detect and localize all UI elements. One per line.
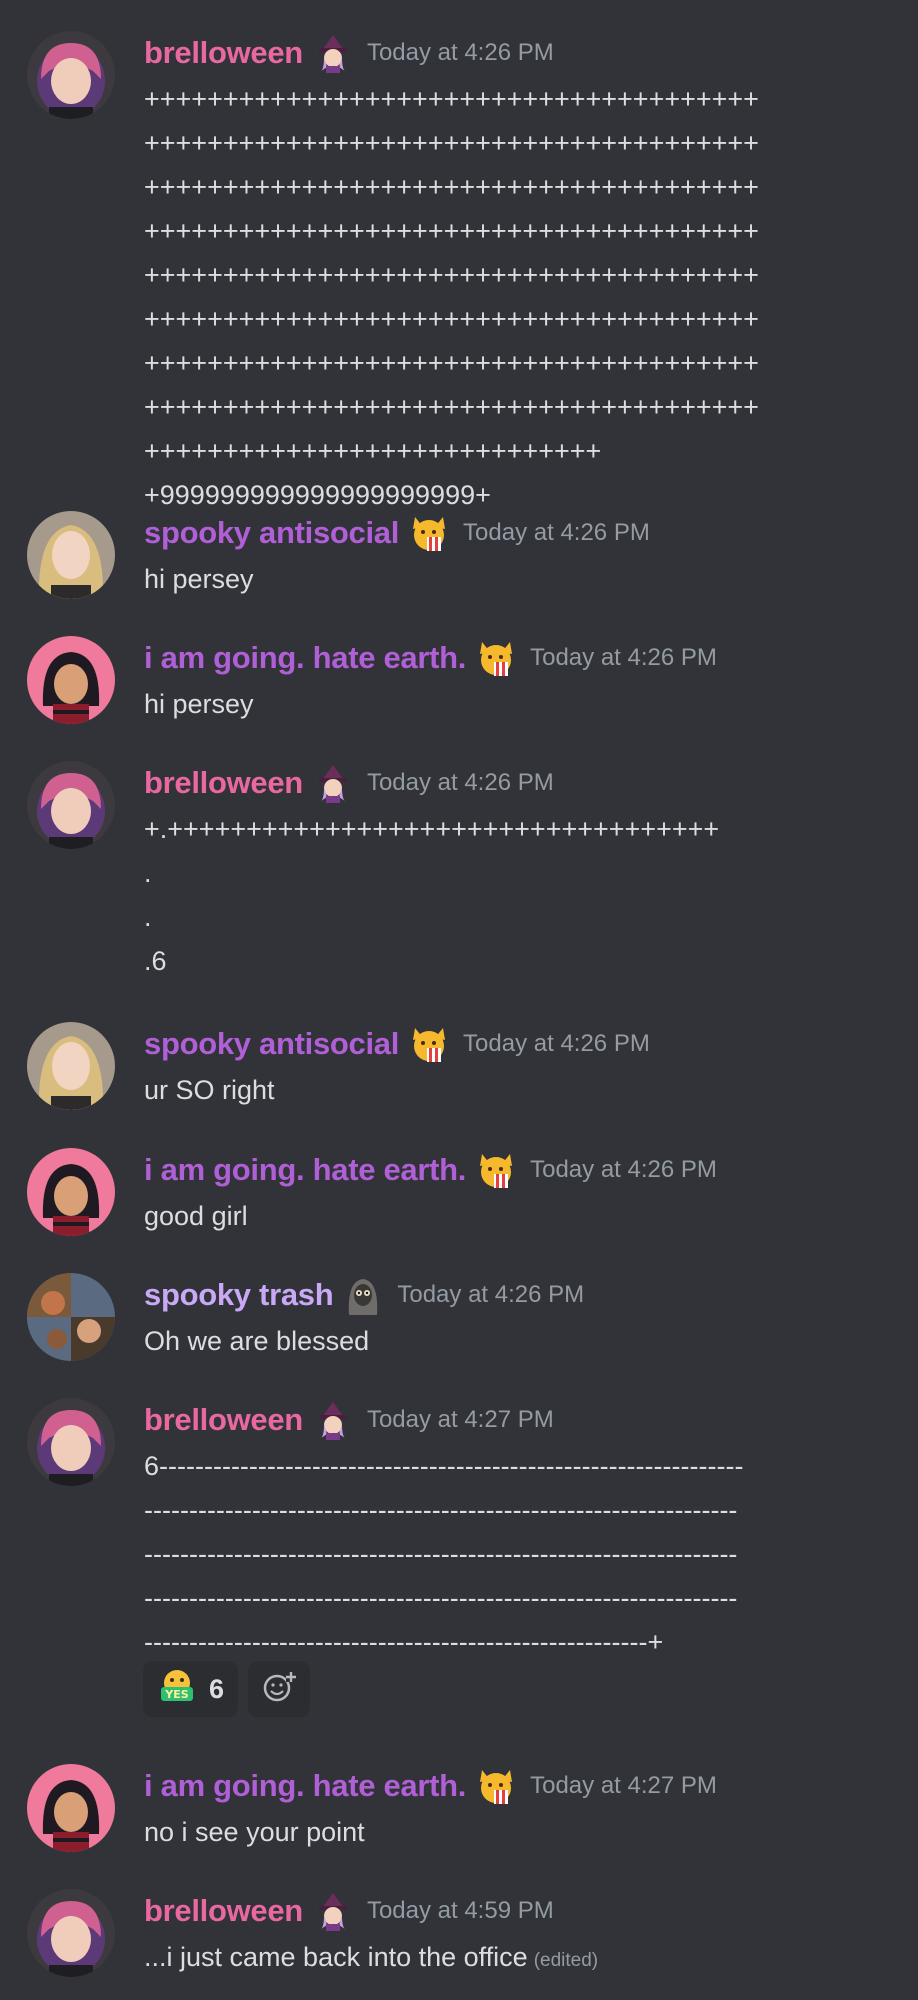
- timestamp: Today at 4:26 PM: [366, 769, 554, 796]
- popcorn-cat-icon: [476, 1150, 516, 1190]
- message-content: +++++++++++++++++++++++++++++++++++++++ +…: [144, 77, 759, 517]
- witch-emoji-icon: [313, 1400, 353, 1440]
- avatar-brelloween[interactable]: [27, 1398, 115, 1486]
- avatar-spooky-antisocial[interactable]: [27, 511, 115, 599]
- content-line: .6: [144, 946, 167, 976]
- content-line: .: [144, 902, 152, 932]
- message-header: spooky antisocial Today at 4:26 PM: [144, 1022, 650, 1066]
- content-line: ----------------------------------------…: [144, 1495, 738, 1525]
- message-header: spooky trash Today at 4:26 PM: [144, 1273, 584, 1317]
- message-header: brelloween Today at 4:59 PM: [144, 1889, 554, 1933]
- content-line: ur SO right: [144, 1075, 275, 1105]
- popcorn-cat-icon: [409, 513, 449, 553]
- popcorn-cat-icon: [409, 1024, 449, 1064]
- content-line: +++++++++++++++++++++++++++++++++++++++: [144, 304, 759, 334]
- avatar-hate-earth[interactable]: [27, 1764, 115, 1852]
- content-line: no i see your point: [144, 1817, 365, 1847]
- avatar-brelloween[interactable]: [27, 1889, 115, 1977]
- author-name[interactable]: brelloween: [144, 1402, 303, 1438]
- content-line: hi persey: [144, 689, 254, 719]
- chat-message-list: brelloween Today at 4:26 PM ++++++++++++…: [0, 0, 918, 2000]
- author-name[interactable]: i am going. hate earth.: [144, 1768, 466, 1804]
- avatar-hate-earth[interactable]: [27, 636, 115, 724]
- content-line: +++++++++++++++++++++++++++++++++++++++: [144, 260, 759, 290]
- popcorn-cat-icon: [476, 638, 516, 678]
- content-line: +.+++++++++++++++++++++++++++++++++++: [144, 814, 720, 844]
- avatar-brelloween[interactable]: [27, 31, 115, 119]
- content-line: .: [144, 858, 152, 888]
- avatar-brelloween[interactable]: [27, 761, 115, 849]
- author-name[interactable]: i am going. hate earth.: [144, 640, 466, 676]
- content-line: 6---------------------------------------…: [144, 1451, 744, 1481]
- author-name[interactable]: spooky trash: [144, 1277, 334, 1313]
- author-name[interactable]: i am going. hate earth.: [144, 1152, 466, 1188]
- witch-emoji-icon: [313, 1891, 353, 1931]
- timestamp: Today at 4:26 PM: [463, 519, 650, 546]
- content-line: ...i just came back into the office (edit…: [144, 1935, 598, 1983]
- message-content: ...i just came back into the office (edit…: [144, 1935, 598, 1983]
- message-content: ur SO right: [144, 1068, 275, 1112]
- message-content: Oh we are blessed: [144, 1319, 369, 1363]
- timestamp: Today at 4:27 PM: [366, 1406, 554, 1433]
- message-header: brelloween Today at 4:27 PM: [144, 1398, 554, 1442]
- timestamp: Today at 4:59 PM: [366, 1897, 554, 1924]
- content-line: +++++++++++++++++++++++++++++++++++++++: [144, 216, 759, 246]
- author-name[interactable]: brelloween: [144, 1893, 303, 1929]
- message-content: good girl: [144, 1194, 248, 1238]
- timestamp: Today at 4:27 PM: [530, 1772, 717, 1799]
- message-content: 6---------------------------------------…: [144, 1444, 743, 1664]
- message-content: no i see your point: [144, 1810, 365, 1854]
- message-header: brelloween Today at 4:26 PM: [144, 31, 554, 75]
- message-content: hi persey: [144, 682, 254, 726]
- witch-emoji-icon: [313, 33, 353, 73]
- timestamp: Today at 4:26 PM: [530, 644, 717, 671]
- author-name[interactable]: spooky antisocial: [144, 515, 399, 551]
- witch-emoji-icon: [313, 763, 353, 803]
- content-line: Oh we are blessed: [144, 1326, 370, 1356]
- content-line: +++++++++++++++++++++++++++++++++++++++: [144, 348, 759, 378]
- author-name[interactable]: spooky antisocial: [144, 1026, 399, 1062]
- content-line: ----------------------------------------…: [144, 1627, 664, 1657]
- reactions-bar: YES 6: [143, 1661, 311, 1717]
- timestamp: Today at 4:26 PM: [366, 39, 554, 66]
- add-reaction-button[interactable]: [248, 1661, 311, 1717]
- popcorn-cat-icon: [476, 1766, 516, 1806]
- add-emoji-icon: [262, 1670, 297, 1709]
- timestamp: Today at 4:26 PM: [463, 1030, 650, 1057]
- message-content: +.+++++++++++++++++++++++++++++++++++...…: [144, 807, 719, 983]
- svg-text:YES: YES: [164, 1688, 188, 1701]
- reaction-count: 6: [209, 1673, 225, 1704]
- content-line: +++++++++++++++++++++++++++++++++++++++: [144, 172, 759, 202]
- avatar-spooky-antisocial[interactable]: [27, 1022, 115, 1110]
- avatar-spooky-trash[interactable]: [27, 1273, 115, 1361]
- content-line: ----------------------------------------…: [144, 1583, 738, 1613]
- content-text: ...i just came back into the office: [144, 1942, 528, 1972]
- reaction-yes[interactable]: YES 6: [143, 1661, 239, 1717]
- content-line: +++++++++++++++++++++++++++++++++++++++: [144, 128, 759, 158]
- message-header: brelloween Today at 4:26 PM: [144, 761, 554, 805]
- yes-emoji-icon: YES: [157, 1669, 197, 1710]
- message-header: spooky antisocial Today at 4:26 PM: [144, 511, 650, 555]
- content-line: ----------------------------------------…: [144, 1539, 738, 1569]
- author-name[interactable]: brelloween: [144, 765, 303, 801]
- message-header: i am going. hate earth. Today at 4:26 PM: [144, 1148, 717, 1192]
- content-line: +++++++++++++++++++++++++++++++++++++++: [144, 84, 759, 114]
- message-header: i am going. hate earth. Today at 4:27 PM: [144, 1764, 717, 1808]
- content-line: +++++++++++++++++++++++++++++: [144, 436, 602, 466]
- message-content: hi persey: [144, 557, 254, 601]
- edited-label: (edited): [533, 1950, 599, 1971]
- timestamp: Today at 4:26 PM: [530, 1156, 717, 1183]
- content-line: good girl: [144, 1201, 248, 1231]
- spooky-creature-icon: [343, 1275, 383, 1315]
- content-line: +++++++++++++++++++++++++++++++++++++++: [144, 392, 759, 422]
- message-header: i am going. hate earth. Today at 4:26 PM: [144, 636, 717, 680]
- avatar-hate-earth[interactable]: [27, 1148, 115, 1236]
- timestamp: Today at 4:26 PM: [397, 1281, 585, 1308]
- content-line: hi persey: [144, 564, 254, 594]
- author-name[interactable]: brelloween: [144, 35, 303, 71]
